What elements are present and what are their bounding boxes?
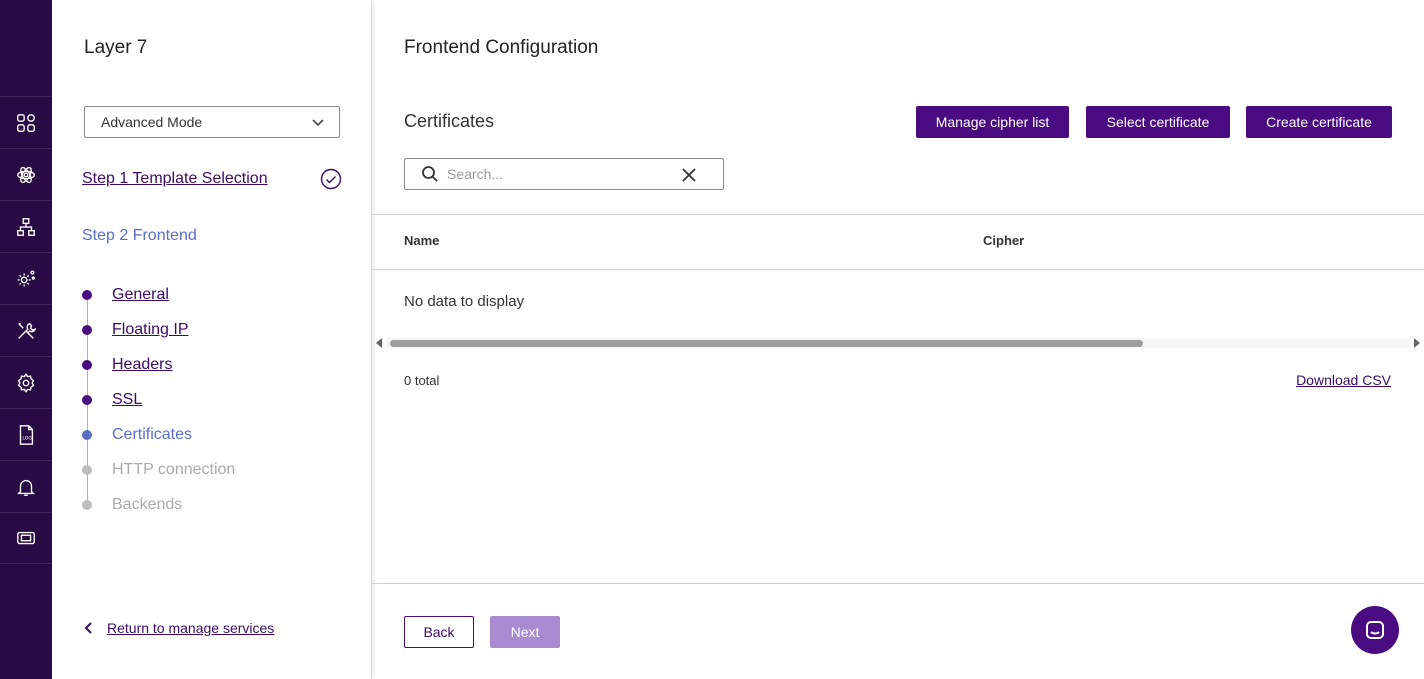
mode-select-value: Advanced Mode [101, 114, 203, 130]
close-icon[interactable] [681, 167, 697, 183]
atom-icon [17, 166, 35, 183]
rail-tickets[interactable] [0, 512, 52, 564]
next-button[interactable]: Next [490, 616, 560, 648]
return-to-services-link[interactable]: Return to manage services [82, 620, 274, 636]
rail-dashboard[interactable] [0, 96, 52, 148]
substep-backends: Backends [82, 493, 182, 517]
return-link-label: Return to manage services [107, 620, 275, 636]
scroll-left-arrow-icon[interactable] [376, 338, 382, 348]
substep-label: General [112, 286, 169, 303]
chat-icon [1366, 621, 1384, 639]
chevron-left-icon [84, 622, 92, 634]
substep-label: Certificates [112, 426, 193, 443]
search-icon [421, 165, 439, 183]
log-label: LOG [22, 435, 32, 441]
substep-label: HTTP connection [112, 461, 236, 478]
rail-cluster-settings[interactable] [0, 252, 52, 304]
footer-divider [372, 583, 1424, 584]
grid-icon [17, 113, 35, 132]
rail-notifications[interactable] [0, 460, 52, 512]
page-title: Frontend Configuration [404, 37, 599, 58]
substep-http-connection: HTTP connection [82, 458, 235, 482]
substep-floating-ip[interactable]: Floating IP [82, 318, 188, 342]
left-nav-rail: LOG [0, 0, 52, 679]
table-header-divider [372, 269, 1424, 270]
section-title: Certificates [404, 111, 495, 131]
back-button[interactable]: Back [404, 616, 474, 648]
substep-label: SSL [112, 391, 143, 408]
tools-icon [18, 322, 37, 339]
search-box [404, 158, 724, 190]
bell-icon [17, 479, 35, 496]
step-dot-icon [82, 325, 92, 335]
step-dot-icon [82, 360, 92, 370]
download-csv-link[interactable]: Download CSV [1296, 372, 1391, 388]
settings-icon [17, 372, 35, 393]
total-count: 0 total [404, 373, 440, 388]
rail-tools[interactable] [0, 304, 52, 356]
search-input[interactable] [447, 166, 667, 182]
wizard-title: Layer 7 [84, 37, 148, 58]
column-header-name[interactable]: Name [404, 233, 439, 248]
log-file-icon: LOG [19, 424, 34, 445]
substep-general[interactable]: General [82, 283, 169, 307]
gear-cluster-icon [17, 270, 35, 286]
scrollbar-thumb[interactable] [390, 340, 1143, 347]
rail-services[interactable] [0, 148, 52, 200]
step-1-link[interactable]: Step 1 Template Selection [82, 170, 268, 188]
rail-settings[interactable] [0, 356, 52, 408]
column-header-cipher[interactable]: Cipher [983, 233, 1024, 248]
check-circle-icon [320, 168, 342, 190]
step-dot-icon [82, 465, 92, 475]
step-dot-icon [82, 290, 92, 300]
substep-headers[interactable]: Headers [82, 353, 172, 377]
substep-label: Backends [112, 496, 183, 513]
step-dot-icon [82, 430, 92, 440]
step-dot-icon [82, 500, 92, 510]
main-content: Frontend Configuration Certificates Mana… [372, 0, 1424, 679]
rail-network[interactable] [0, 200, 52, 252]
chevron-down-icon [311, 115, 325, 129]
select-certificate-button[interactable]: Select certificate [1086, 106, 1230, 138]
chat-launcher-button[interactable] [1351, 606, 1399, 654]
step-dot-icon [82, 395, 92, 405]
substep-certificates: Certificates [82, 423, 192, 447]
table-top-divider [372, 214, 1424, 215]
ticket-icon [17, 531, 35, 545]
network-icon [17, 217, 35, 236]
wizard-panel: Layer 7 Advanced Mode Step 1 Template Se… [52, 0, 372, 679]
substep-ssl[interactable]: SSL [82, 388, 142, 412]
mode-select[interactable]: Advanced Mode [84, 106, 340, 138]
empty-state-text: No data to display [404, 293, 525, 310]
scroll-right-arrow-icon[interactable] [1414, 338, 1420, 348]
step-2-label: Step 2 Frontend [82, 227, 197, 244]
create-certificate-button[interactable]: Create certificate [1246, 106, 1392, 138]
rail-logs[interactable]: LOG [0, 408, 52, 460]
substep-label: Floating IP [112, 321, 189, 338]
manage-cipher-list-button[interactable]: Manage cipher list [916, 106, 1069, 138]
horizontal-scrollbar[interactable] [386, 338, 1410, 348]
substep-label: Headers [112, 356, 173, 373]
